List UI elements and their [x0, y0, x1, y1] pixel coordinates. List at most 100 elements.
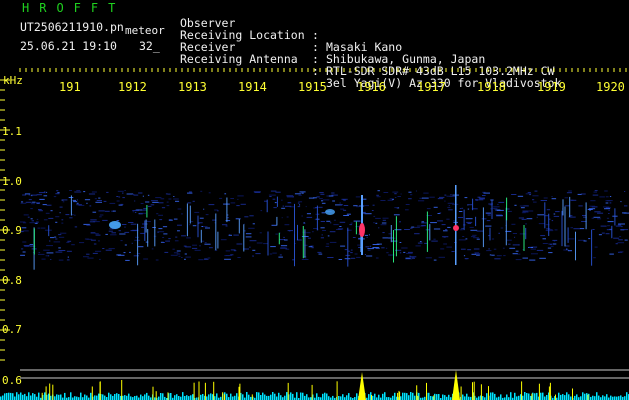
noise-speck	[38, 210, 43, 212]
histogram-bar	[155, 391, 157, 400]
noise-speck	[190, 221, 194, 223]
noise-speck	[380, 224, 387, 226]
histogram-noise-bar	[524, 392, 526, 400]
histogram-noise-bar	[384, 392, 386, 400]
histogram-noise-bar	[306, 394, 308, 400]
noise-speck	[405, 209, 409, 211]
noise-speck	[604, 190, 608, 192]
noise-speck	[571, 199, 577, 201]
noise-speck	[382, 232, 385, 234]
noise-speck	[598, 234, 602, 236]
noise-speck	[268, 194, 276, 196]
histogram-noise-bar	[30, 395, 32, 400]
meteor-echo	[359, 223, 365, 237]
histogram-bar	[472, 382, 473, 400]
noise-speck	[320, 193, 325, 195]
noise-speck	[532, 199, 535, 201]
noise-speck	[339, 202, 341, 204]
noise-speck	[184, 258, 186, 260]
histogram-noise-bar	[378, 394, 380, 400]
noise-speck	[22, 241, 27, 243]
noise-speck	[464, 197, 468, 199]
noise-speck	[502, 247, 505, 249]
noise-speck	[274, 202, 277, 204]
histogram-noise-bar	[562, 394, 564, 400]
histogram-noise-bar	[620, 395, 622, 400]
noise-speck	[160, 198, 165, 200]
noise-speck	[20, 202, 27, 204]
noise-speck	[28, 194, 30, 196]
noise-speck	[417, 242, 423, 244]
noise-speck	[35, 202, 41, 204]
noise-speck	[382, 219, 386, 221]
noise-speck	[181, 235, 186, 237]
noise-speck	[112, 210, 116, 212]
noise-speck	[376, 194, 379, 196]
noise-speck	[400, 193, 402, 195]
histogram-noise-bar	[262, 392, 264, 400]
noise-speck	[59, 212, 61, 214]
noise-speck	[311, 247, 314, 249]
noise-speck	[192, 200, 195, 202]
signal-streak	[569, 196, 571, 217]
histogram-bar	[521, 381, 523, 400]
noise-speck	[421, 225, 426, 227]
noise-speck	[130, 223, 137, 225]
signal-streak	[426, 211, 428, 252]
noise-speck	[224, 193, 227, 195]
noise-speck	[527, 192, 531, 194]
noise-speck	[353, 220, 361, 222]
noise-speck	[521, 218, 527, 220]
noise-speck	[356, 206, 360, 208]
histogram-noise-bar	[192, 394, 194, 400]
noise-speck	[351, 257, 356, 259]
histogram-noise-bar	[86, 395, 88, 400]
noise-speck	[192, 244, 197, 246]
noise-speck	[320, 227, 325, 229]
noise-speck	[98, 210, 105, 212]
noise-speck	[364, 254, 366, 255]
noise-speck	[321, 212, 326, 214]
noise-speck	[446, 195, 450, 197]
noise-speck	[410, 227, 413, 229]
noise-speck	[606, 217, 610, 219]
noise-speck	[76, 204, 82, 206]
noise-speck	[423, 192, 429, 194]
noise-speck	[594, 246, 598, 248]
noise-speck	[236, 243, 243, 245]
histogram-noise-bar	[0, 396, 2, 400]
histogram-noise-bar	[242, 394, 244, 400]
histogram-noise-bar	[38, 392, 40, 400]
noise-speck	[514, 204, 517, 206]
noise-speck	[495, 214, 503, 216]
histogram-noise-bar	[582, 392, 584, 400]
noise-speck	[281, 199, 283, 201]
noise-speck	[534, 190, 538, 192]
noise-speck	[38, 252, 41, 254]
histogram-noise-bar	[326, 393, 328, 400]
noise-speck	[364, 234, 368, 236]
noise-speck	[314, 219, 317, 221]
noise-speck	[230, 249, 236, 251]
noise-speck	[418, 200, 425, 202]
signal-streak	[276, 196, 278, 207]
histogram-noise-bar	[260, 395, 262, 400]
noise-speck	[244, 216, 249, 218]
histogram-noise-bar	[216, 393, 218, 400]
histogram-bar	[287, 382, 289, 400]
histogram-noise-bar	[264, 394, 266, 400]
histogram-bar	[193, 382, 195, 400]
histogram-noise-bar	[610, 395, 612, 400]
noise-speck	[36, 194, 42, 196]
noise-speck	[592, 229, 595, 230]
noise-speck	[188, 191, 192, 193]
noise-speck	[517, 195, 524, 197]
noise-speck	[168, 238, 171, 240]
histogram-bar	[213, 381, 215, 400]
noise-speck	[440, 248, 445, 250]
noise-speck	[235, 218, 241, 220]
noise-speck	[399, 252, 402, 254]
noise-speck	[593, 191, 597, 193]
noise-speck	[538, 223, 545, 225]
histogram-bar	[224, 394, 225, 400]
